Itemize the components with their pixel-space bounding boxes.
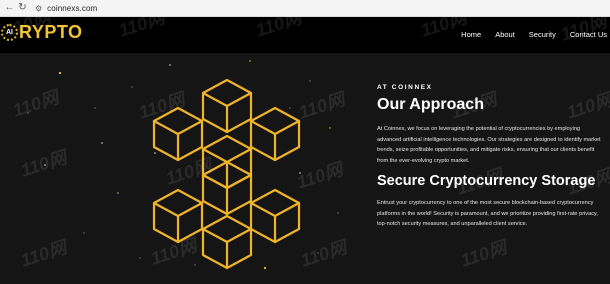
star-dot <box>94 107 96 109</box>
nav-security[interactable]: Security <box>529 30 556 39</box>
cube-edge <box>176 119 204 136</box>
cube-edge <box>273 201 301 218</box>
section-eyebrow: AT COINNEX <box>377 84 433 91</box>
star-dot <box>58 71 62 75</box>
cube-edge <box>225 173 253 190</box>
approach-heading: Our Approach <box>377 96 484 113</box>
star-dots <box>27 60 339 270</box>
reload-icon[interactable]: ↻ <box>16 0 29 16</box>
star-dot <box>27 112 29 114</box>
cube-edge <box>249 119 277 136</box>
cube-edge <box>225 227 253 244</box>
cube-edge <box>201 227 229 244</box>
logo-text: RYPTO <box>19 22 83 42</box>
star-dot <box>131 86 133 88</box>
star-dot <box>194 264 196 266</box>
cube-edge <box>201 173 229 190</box>
star-dot <box>289 107 291 109</box>
main-nav: Home About Security Contact Us <box>447 30 607 39</box>
approach-paragraph: At Coinnex, we focus on leveraging the p… <box>377 126 601 165</box>
logo-badge-text: AI <box>6 29 13 36</box>
star-dot <box>117 192 119 194</box>
star-dot <box>309 80 311 82</box>
logo-badge-icon: AI <box>1 24 18 41</box>
cube-edge <box>152 119 180 136</box>
star-dot <box>153 151 157 155</box>
cube-edge <box>225 147 253 164</box>
nav-home[interactable]: Home <box>461 30 481 39</box>
star-dot <box>329 127 331 129</box>
cube-edge <box>249 201 277 218</box>
nav-about[interactable]: About <box>495 30 515 39</box>
cube-group <box>152 78 301 270</box>
star-dot <box>100 141 104 145</box>
secure-heading: Secure Cryptocurrency Storage <box>377 172 596 189</box>
cube-edge <box>201 91 229 108</box>
cube-edge <box>152 201 180 218</box>
text-column: AT COINNEX Our Approach At Coinnex, we f… <box>377 84 602 230</box>
star-dot <box>298 171 302 175</box>
url-text: coinnexs.com <box>47 3 98 13</box>
star-dot <box>139 257 141 259</box>
cube-edge <box>201 147 229 164</box>
nav-contact-us[interactable]: Contact Us <box>570 30 607 39</box>
star-dot <box>317 252 319 254</box>
star-dot <box>263 266 267 270</box>
cube-edge <box>176 201 204 218</box>
logo[interactable]: AI RYPTO <box>1 22 83 43</box>
site-header: AI RYPTO Home About Security Contact Us <box>0 17 610 53</box>
site-info-icon[interactable]: ⚙ <box>35 4 42 13</box>
secure-paragraph: Entrust your cryptocurrency to one of th… <box>377 199 598 228</box>
star-dot <box>43 163 47 167</box>
main-content: AT COINNEX Our Approach At Coinnex, we f… <box>0 53 610 284</box>
browser-toolbar: ← ↻ ⚙ coinnexs.com <box>0 0 610 17</box>
cube-edge <box>273 119 301 136</box>
blockchain-cubes-illustration <box>27 60 339 270</box>
star-dot <box>168 63 172 67</box>
star-dot <box>83 232 85 234</box>
star-dot <box>249 60 251 62</box>
cube-edge <box>225 91 253 108</box>
star-dot <box>337 212 339 214</box>
back-arrow-icon[interactable]: ← <box>3 0 16 16</box>
address-bar[interactable]: ⚙ coinnexs.com <box>35 0 97 16</box>
